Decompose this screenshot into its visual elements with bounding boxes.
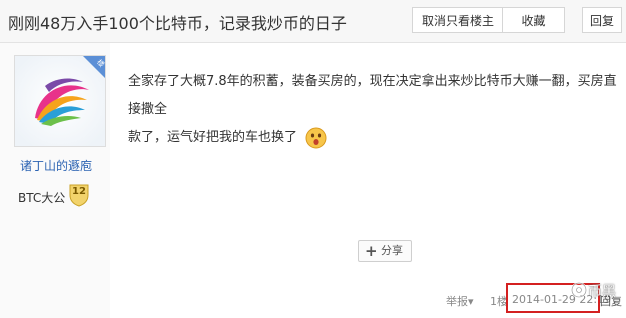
avatar[interactable]: 楼 xyxy=(14,55,106,147)
plus-icon: + xyxy=(365,242,378,260)
share-label: 分享 xyxy=(381,244,403,257)
corner-badge-icon: 楼 xyxy=(83,56,105,78)
level-number: 12 xyxy=(72,186,86,197)
cancel-only-op-button[interactable]: 取消只看楼主 xyxy=(412,7,504,33)
thread-title: 刚刚48万入手100个比特币，记录我炒币的日子 xyxy=(8,14,347,33)
username-link[interactable]: 诸丁山的遯庖 xyxy=(20,157,92,174)
level-name: BTC大公 xyxy=(18,191,66,205)
watermark: 币黑 xyxy=(570,278,626,302)
report-link[interactable]: 举报▾ xyxy=(446,293,474,309)
watermark-text: 币黑 xyxy=(588,284,616,300)
reply-button[interactable]: 回复 xyxy=(582,7,622,33)
post-line-2: 款了，运气好把我的车也换了 xyxy=(128,124,618,152)
favorite-button[interactable]: 收藏 xyxy=(502,7,565,33)
share-button[interactable]: + 分享 xyxy=(358,240,412,262)
watermark-logo-icon xyxy=(571,282,587,298)
post-content: 全家存了大概7.8年的积蓄，装备买房的，现在决定拿出来炒比特币大赚一翻，买房直接… xyxy=(128,68,618,152)
user-info-column: 楼 诸丁山的遯庖 BTC大公 12 xyxy=(0,43,110,318)
post-line-2-text: 款了，运气好把我的车也换了 xyxy=(128,130,298,145)
thread-header: 刚刚48万入手100个比特币，记录我炒币的日子 取消只看楼主 收藏 回复 xyxy=(0,0,626,43)
level-badge: 12 xyxy=(68,183,90,207)
surprised-face-icon xyxy=(305,127,327,148)
post-line-1: 全家存了大概7.8年的积蓄，装备买房的，现在决定拿出来炒比特币大赚一翻，买房直接… xyxy=(128,74,617,117)
thread-page: 刚刚48万入手100个比特币，记录我炒币的日子 取消只看楼主 收藏 回复 楼 诸… xyxy=(0,0,626,318)
